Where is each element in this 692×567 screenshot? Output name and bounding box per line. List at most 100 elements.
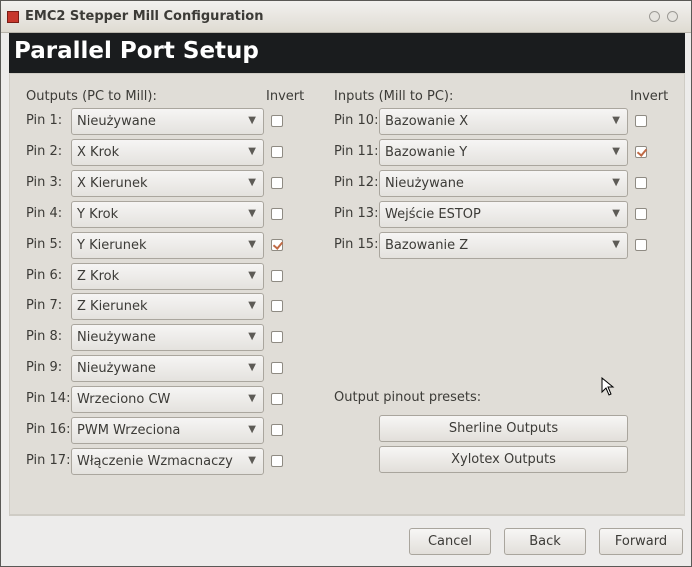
pin-label: Pin 3:	[26, 174, 63, 190]
invert-checkbox[interactable]	[271, 145, 283, 158]
chevron-down-icon: ▼	[612, 115, 620, 126]
page-banner: Parallel Port Setup	[9, 33, 685, 73]
pin-function-select[interactable]: Bazowanie Y ▼	[379, 138, 628, 166]
pin-label: Pin 5:	[26, 236, 63, 252]
pin-label: Pin 15:	[334, 236, 379, 252]
pin-function-value: Y Kierunek	[77, 237, 147, 253]
presets-label: Output pinout presets:	[334, 390, 482, 405]
invert-checkbox[interactable]	[271, 238, 283, 251]
pin-function-select[interactable]: X Kierunek ▼	[71, 169, 264, 197]
chevron-down-icon: ▼	[248, 424, 256, 435]
pin-label: Pin 14:	[26, 391, 71, 407]
chevron-down-icon: ▼	[248, 115, 256, 126]
invert-checkbox[interactable]	[271, 269, 283, 282]
invert-checkbox[interactable]	[635, 176, 647, 189]
pin-function-select[interactable]: Z Krok ▼	[71, 262, 264, 290]
minimize-icon[interactable]	[649, 11, 660, 22]
pin-label: Pin 13:	[334, 205, 379, 221]
pin-label: Pin 4:	[26, 205, 63, 221]
invert-checkbox[interactable]	[271, 176, 283, 189]
pin-function-value: Bazowanie X	[385, 114, 469, 129]
chevron-down-icon: ▼	[612, 238, 620, 250]
invert-checkbox[interactable]	[271, 300, 283, 313]
pin-function-value: Włączenie Wzmacnaczy	[77, 453, 233, 469]
pin-function-select[interactable]: Wrzeciono CW ▼	[71, 386, 264, 414]
xylotex-outputs-button[interactable]: Xylotex Outputs	[379, 446, 628, 473]
inputs-invert-header: Invert	[630, 89, 669, 104]
sherline-outputs-button[interactable]: Sherline Outputs	[379, 415, 628, 442]
cancel-button[interactable]: Cancel	[409, 528, 491, 555]
chevron-down-icon: ▼	[248, 331, 256, 343]
chevron-down-icon: ▼	[248, 176, 256, 188]
back-label: Back	[529, 534, 561, 549]
invert-checkbox[interactable]	[271, 393, 283, 406]
pin-function-select[interactable]: Bazowanie Z ▼	[379, 231, 628, 259]
pin-function-select[interactable]: Y Krok ▼	[71, 200, 264, 228]
chevron-down-icon: ▼	[248, 454, 256, 466]
pin-label: Pin 7:	[26, 298, 63, 314]
invert-checkbox[interactable]	[635, 207, 647, 220]
configuration-window: EMC2 Stepper Mill Configuration Parallel…	[0, 0, 692, 567]
chevron-down-icon: ▼	[612, 145, 620, 157]
footer-divider	[9, 515, 685, 516]
pin-label: Pin 11:	[334, 143, 379, 159]
app-icon	[7, 11, 19, 23]
pin-function-value: Nieużywane	[77, 114, 156, 129]
pin-function-select[interactable]: X Krok ▼	[71, 138, 264, 166]
pin-function-select[interactable]: PWM Wrzeciona ▼	[71, 417, 264, 444]
pin-function-value: Bazowanie Z	[385, 237, 469, 253]
chevron-down-icon: ▼	[248, 362, 256, 374]
chevron-down-icon: ▼	[248, 207, 256, 219]
pin-label: Pin 12:	[334, 174, 379, 190]
chevron-down-icon: ▼	[612, 176, 620, 188]
chevron-down-icon: ▼	[248, 269, 256, 281]
invert-checkbox[interactable]	[271, 362, 283, 375]
invert-checkbox[interactable]	[271, 331, 283, 344]
pin-function-value: Bazowanie Y	[385, 144, 468, 160]
invert-checkbox[interactable]	[271, 424, 283, 436]
pin-function-select[interactable]: Nieużywane ▼	[71, 108, 264, 135]
pin-label: Pin 9:	[26, 360, 63, 376]
chevron-down-icon: ▼	[248, 238, 256, 250]
invert-checkbox[interactable]	[635, 115, 647, 127]
invert-checkbox[interactable]	[271, 115, 283, 127]
pin-function-select[interactable]: Nieużywane ▼	[379, 169, 628, 197]
invert-checkbox[interactable]	[271, 207, 283, 220]
pin-label: Pin 10:	[334, 113, 379, 128]
invert-checkbox[interactable]	[635, 238, 647, 251]
forward-label: Forward	[614, 534, 668, 549]
pin-function-value: X Kierunek	[77, 175, 148, 191]
chevron-down-icon: ▼	[248, 393, 256, 405]
title-bar[interactable]: EMC2 Stepper Mill Configuration	[1, 1, 691, 33]
pin-function-select[interactable]: Wejście ESTOP ▼	[379, 200, 628, 228]
pin-function-select[interactable]: Z Kierunek ▼	[71, 293, 264, 321]
pin-function-select[interactable]: Bazowanie X ▼	[379, 108, 628, 135]
chevron-down-icon: ▼	[612, 207, 620, 219]
pin-function-select[interactable]: Y Kierunek ▼	[71, 231, 264, 259]
content-panel: Outputs (PC to Mill): Invert Inputs (Mil…	[9, 73, 685, 515]
pin-label: Pin 6:	[26, 267, 63, 283]
invert-checkbox[interactable]	[635, 145, 647, 158]
pin-function-value: Nieużywane	[385, 175, 464, 191]
xylotex-outputs-label: Xylotex Outputs	[451, 452, 556, 467]
pin-function-value: Nieużywane	[77, 361, 156, 377]
inputs-header: Inputs (Mill to PC):	[334, 89, 454, 104]
invert-checkbox[interactable]	[271, 454, 283, 467]
pin-function-select[interactable]: Włączenie Wzmacnaczy ▼	[71, 447, 264, 475]
mouse-cursor-icon	[601, 377, 615, 396]
pin-function-select[interactable]: Nieużywane ▼	[71, 324, 264, 352]
close-icon[interactable]	[667, 11, 678, 22]
sherline-outputs-label: Sherline Outputs	[448, 421, 559, 436]
pin-label: Pin 2:	[26, 143, 63, 159]
cancel-label: Cancel	[427, 534, 473, 549]
pin-function-value: Z Kierunek	[77, 299, 148, 315]
pin-function-value: Wrzeciono CW	[77, 392, 171, 408]
window-title: EMC2 Stepper Mill Configuration	[25, 9, 264, 24]
forward-button[interactable]: Forward	[599, 528, 683, 555]
pin-function-value: Z Krok	[77, 268, 120, 284]
pin-function-select[interactable]: Nieużywane ▼	[71, 355, 264, 383]
pin-label: Pin 16:	[26, 422, 71, 437]
back-button[interactable]: Back	[504, 528, 586, 555]
pin-function-value: Y Krok	[77, 206, 119, 222]
pin-function-value: X Krok	[77, 144, 120, 160]
